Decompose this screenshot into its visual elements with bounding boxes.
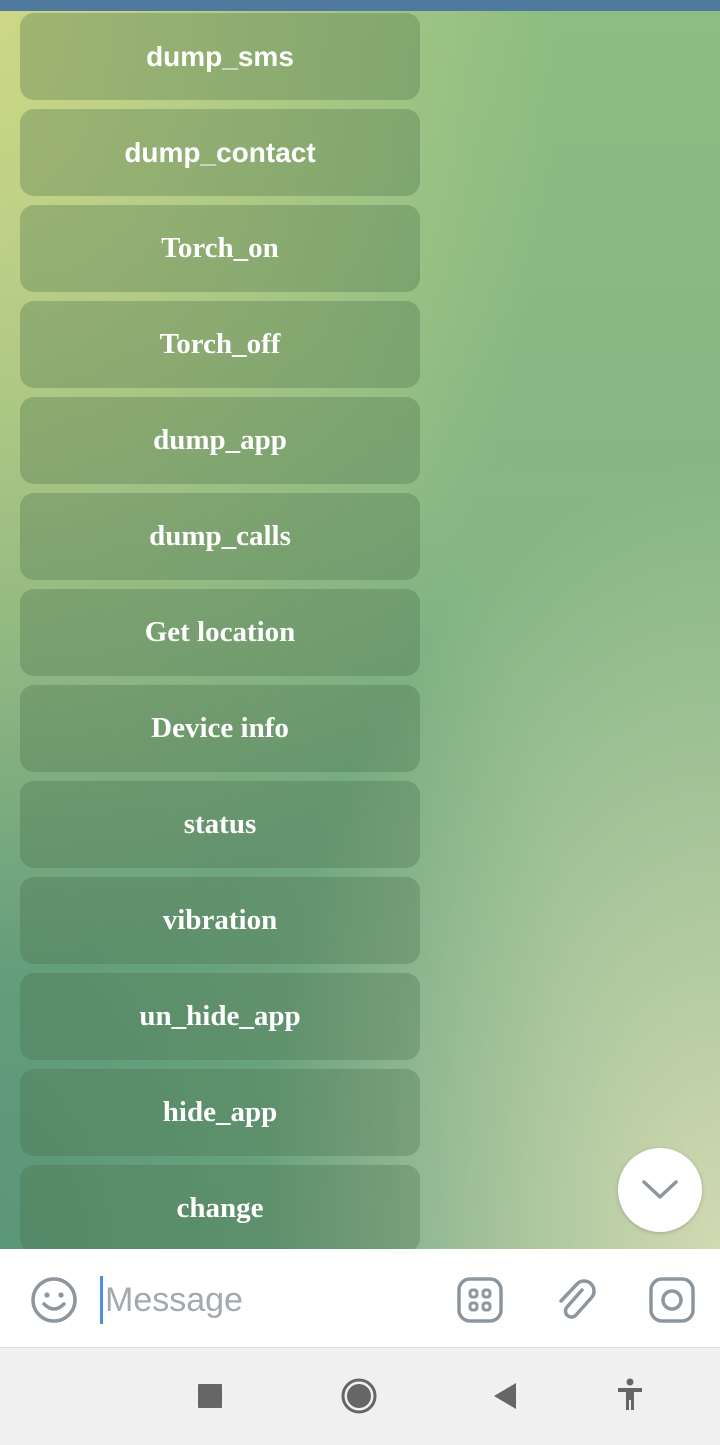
- square-icon[interactable]: [198, 1384, 222, 1408]
- circle-icon[interactable]: [340, 1377, 378, 1415]
- keyboard-button-dump-contact[interactable]: dump_contact: [20, 109, 420, 196]
- app-header-edge: [0, 0, 720, 11]
- keyboard-button-vibration[interactable]: vibration: [20, 877, 420, 964]
- keyboard-button-dump-sms[interactable]: dump_sms: [20, 13, 420, 100]
- keyboard-button-torch-off[interactable]: Torch_off: [20, 301, 420, 388]
- chevron-down-icon: [642, 1180, 678, 1199]
- camera-icon[interactable]: [648, 1276, 696, 1324]
- keyboard-button-torch-on[interactable]: Torch_on: [20, 205, 420, 292]
- message-placeholder: Message: [105, 1280, 243, 1319]
- keyboard-button-status[interactable]: status: [20, 781, 420, 868]
- emoji-icon[interactable]: [30, 1276, 78, 1324]
- keyboard-button-dump-calls[interactable]: dump_calls: [20, 493, 420, 580]
- keyboard-button-get-location[interactable]: Get location: [20, 589, 420, 676]
- paperclip-icon[interactable]: [552, 1276, 600, 1324]
- message-input[interactable]: Message: [100, 1276, 243, 1324]
- keyboard-button-hide-app[interactable]: hide_app: [20, 1069, 420, 1156]
- accessibility-icon[interactable]: [616, 1378, 644, 1412]
- keyboard-button-device-info[interactable]: Device info: [20, 685, 420, 772]
- keyboard-button-dump-app[interactable]: dump_app: [20, 397, 420, 484]
- keyboard-button-un-hide-app[interactable]: un_hide_app: [20, 973, 420, 1060]
- text-caret: [100, 1276, 103, 1324]
- triangle-back-icon[interactable]: [492, 1382, 518, 1410]
- keyboard-button-change[interactable]: change: [20, 1165, 420, 1252]
- sticker-grid-icon[interactable]: [456, 1276, 504, 1324]
- scroll-down-button[interactable]: [618, 1148, 702, 1232]
